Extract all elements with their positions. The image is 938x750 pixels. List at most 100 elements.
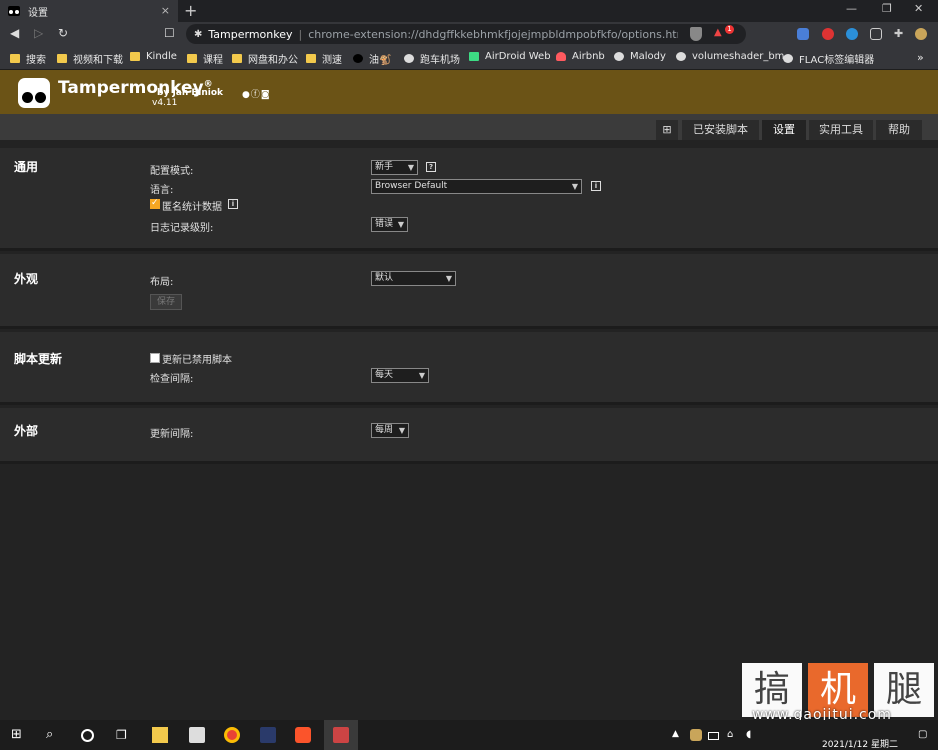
tray-chevron-icon[interactable]: ▲ bbox=[672, 729, 688, 745]
check-interval-select[interactable]: 每天 ▼ bbox=[371, 368, 429, 383]
globe-icon bbox=[783, 54, 793, 63]
chevron-down-icon: ▼ bbox=[398, 426, 405, 435]
volume-icon[interactable]: ◖ bbox=[746, 729, 762, 745]
version-label: v4.11 bbox=[152, 98, 178, 108]
bookmark-item[interactable]: 课程 bbox=[187, 51, 223, 66]
brave-icon[interactable] bbox=[295, 727, 311, 743]
section-script-update: 脚本更新 更新已禁用脚本 检查间隔: 每天 ▼ bbox=[0, 332, 938, 405]
bookmarks-bar: 搜索 视频和下载 Kindle 课程 网盘和办公 测速 油🐒 跑车机场 AirD… bbox=[0, 46, 938, 70]
extensions-puzzle-icon[interactable]: ✚ bbox=[894, 28, 906, 40]
globe-icon bbox=[404, 54, 414, 63]
maximize-button[interactable]: ❐ bbox=[882, 2, 892, 15]
forward-icon[interactable]: ▷ bbox=[34, 26, 43, 40]
translate-extension-icon[interactable] bbox=[797, 28, 809, 40]
facebook-icon[interactable]: ⓕ bbox=[251, 90, 261, 100]
bookmark-item[interactable]: 油🐒 bbox=[353, 51, 391, 66]
cortana-icon[interactable] bbox=[81, 729, 94, 742]
bookmark-item[interactable]: Malody bbox=[614, 51, 666, 62]
globe-icon bbox=[614, 52, 624, 61]
chevron-down-icon: ▼ bbox=[397, 220, 404, 229]
bookmark-item[interactable]: 视频和下载 bbox=[57, 51, 123, 66]
bookmark-item[interactable]: FLAC标签编辑器 bbox=[783, 51, 874, 66]
browser-tab-strip: 设置 × + — ❐ ✕ bbox=[0, 0, 938, 22]
tray-app-icon[interactable] bbox=[690, 729, 702, 741]
instagram-icon[interactable]: ◙ bbox=[261, 90, 271, 100]
minimize-button[interactable]: — bbox=[846, 2, 857, 15]
tab-help[interactable]: 帮助 bbox=[876, 120, 922, 140]
taskbar-clock[interactable]: 2021/1/12 星期二 bbox=[822, 737, 898, 750]
bookmark-item[interactable]: Kindle bbox=[130, 51, 177, 62]
notification-icon[interactable]: ▢ bbox=[918, 729, 934, 745]
section-title: 外观 bbox=[14, 272, 39, 286]
browser-tab-title: 设置 bbox=[28, 7, 48, 19]
layout-select[interactable]: 默认 ▼ bbox=[371, 271, 456, 286]
tampermonkey-tab-bar: ⊞ 已安装脚本 设置 实用工具 帮助 bbox=[0, 114, 938, 140]
omnibox[interactable]: ✱ Tampermonkey | chrome-extension://dhdg… bbox=[186, 24, 746, 44]
bookmark-item[interactable]: volumeshader_bm bbox=[676, 51, 784, 62]
bookmark-item[interactable]: 测速 bbox=[306, 51, 342, 66]
bookmark-star-icon[interactable]: ☐ bbox=[164, 26, 175, 40]
chevron-down-icon: ▼ bbox=[571, 182, 578, 191]
globe-icon bbox=[676, 52, 686, 61]
info-icon[interactable]: i bbox=[228, 199, 238, 209]
red-extension-icon[interactable] bbox=[822, 28, 834, 40]
social-links: ●ⓕ◙ bbox=[242, 87, 271, 100]
store-icon[interactable] bbox=[189, 727, 205, 743]
network-icon[interactable]: ⌂ bbox=[727, 729, 743, 745]
bookmark-item[interactable]: 网盘和办公 bbox=[232, 51, 298, 66]
omnibox-site-name: Tampermonkey bbox=[208, 27, 293, 41]
tab-installed-scripts[interactable]: 已安装脚本 bbox=[682, 120, 759, 140]
browser-tab-settings[interactable]: 设置 × bbox=[0, 0, 178, 22]
info-icon[interactable]: i bbox=[591, 181, 601, 191]
github-icon[interactable]: ● bbox=[242, 90, 251, 100]
reload-icon[interactable]: ↻ bbox=[58, 26, 68, 40]
bookmark-item[interactable]: AirDroid Web bbox=[469, 51, 551, 62]
save-button[interactable]: 保存 bbox=[150, 294, 182, 310]
file-explorer-icon[interactable] bbox=[152, 727, 168, 743]
battery-icon[interactable] bbox=[708, 732, 719, 740]
log-level-select[interactable]: 错误 ▼ bbox=[371, 217, 408, 232]
help-icon[interactable]: ? bbox=[426, 162, 436, 172]
section-external: 外部 更新间隔: 每周 ▼ bbox=[0, 408, 938, 464]
folder-icon bbox=[130, 52, 140, 61]
omnibox-url[interactable]: chrome-extension://dhdgffkkebhmkfjojejmp… bbox=[308, 28, 678, 41]
update-interval-select[interactable]: 每周 ▼ bbox=[371, 423, 409, 438]
config-mode-select[interactable]: 新手 ▼ bbox=[371, 160, 418, 175]
tab-settings[interactable]: 设置 bbox=[762, 120, 806, 140]
bookmark-item[interactable]: Airbnb bbox=[556, 51, 605, 62]
folder-icon bbox=[306, 54, 316, 63]
chevron-down-icon: ▼ bbox=[445, 274, 452, 283]
profile-avatar[interactable] bbox=[915, 28, 927, 40]
chrome-icon[interactable] bbox=[224, 727, 240, 743]
active-app-icon[interactable] bbox=[333, 727, 349, 743]
update-interval-label: 更新间隔: bbox=[150, 429, 194, 440]
screenshot-extension-icon[interactable] bbox=[870, 28, 882, 40]
back-icon[interactable]: ◀ bbox=[10, 26, 19, 40]
tab-utilities[interactable]: 实用工具 bbox=[809, 120, 873, 140]
tab-close-icon[interactable]: × bbox=[161, 4, 170, 17]
window-close-button[interactable]: ✕ bbox=[914, 2, 923, 15]
section-title: 通用 bbox=[14, 160, 39, 174]
task-view-icon[interactable]: ❐ bbox=[116, 727, 132, 743]
blue-extension-icon[interactable] bbox=[846, 28, 858, 40]
bookmark-item[interactable]: 搜索 bbox=[10, 51, 46, 66]
new-tab-button[interactable]: + bbox=[184, 1, 197, 20]
section-title: 外部 bbox=[14, 424, 39, 438]
bookmark-item[interactable]: 跑车机场 bbox=[404, 51, 460, 66]
anon-stats-label: 匿名统计数据 bbox=[162, 202, 222, 213]
omnibox-separator: | bbox=[298, 27, 303, 41]
search-icon[interactable]: ⌕ bbox=[46, 727, 62, 743]
app-icon[interactable] bbox=[260, 727, 276, 743]
update-disabled-checkbox[interactable] bbox=[150, 353, 160, 363]
airdroid-icon bbox=[469, 52, 479, 61]
windows-taskbar: ⊞ ⌕ ❐ ▲ ⌂ ◖ 2021/1/12 星期二 ▢ bbox=[0, 720, 938, 750]
anon-stats-checkbox[interactable] bbox=[150, 198, 160, 209]
tab-new-script[interactable]: ⊞ bbox=[656, 120, 678, 140]
folder-icon bbox=[187, 54, 197, 63]
chevron-down-icon: ▼ bbox=[418, 371, 425, 380]
language-select[interactable]: Browser Default ▼ bbox=[371, 179, 582, 194]
section-title: 脚本更新 bbox=[14, 352, 63, 366]
windows-start-icon[interactable]: ⊞ bbox=[11, 727, 27, 743]
brave-shield-icon[interactable] bbox=[690, 27, 702, 41]
bookmarks-overflow-button[interactable]: » bbox=[917, 51, 924, 64]
